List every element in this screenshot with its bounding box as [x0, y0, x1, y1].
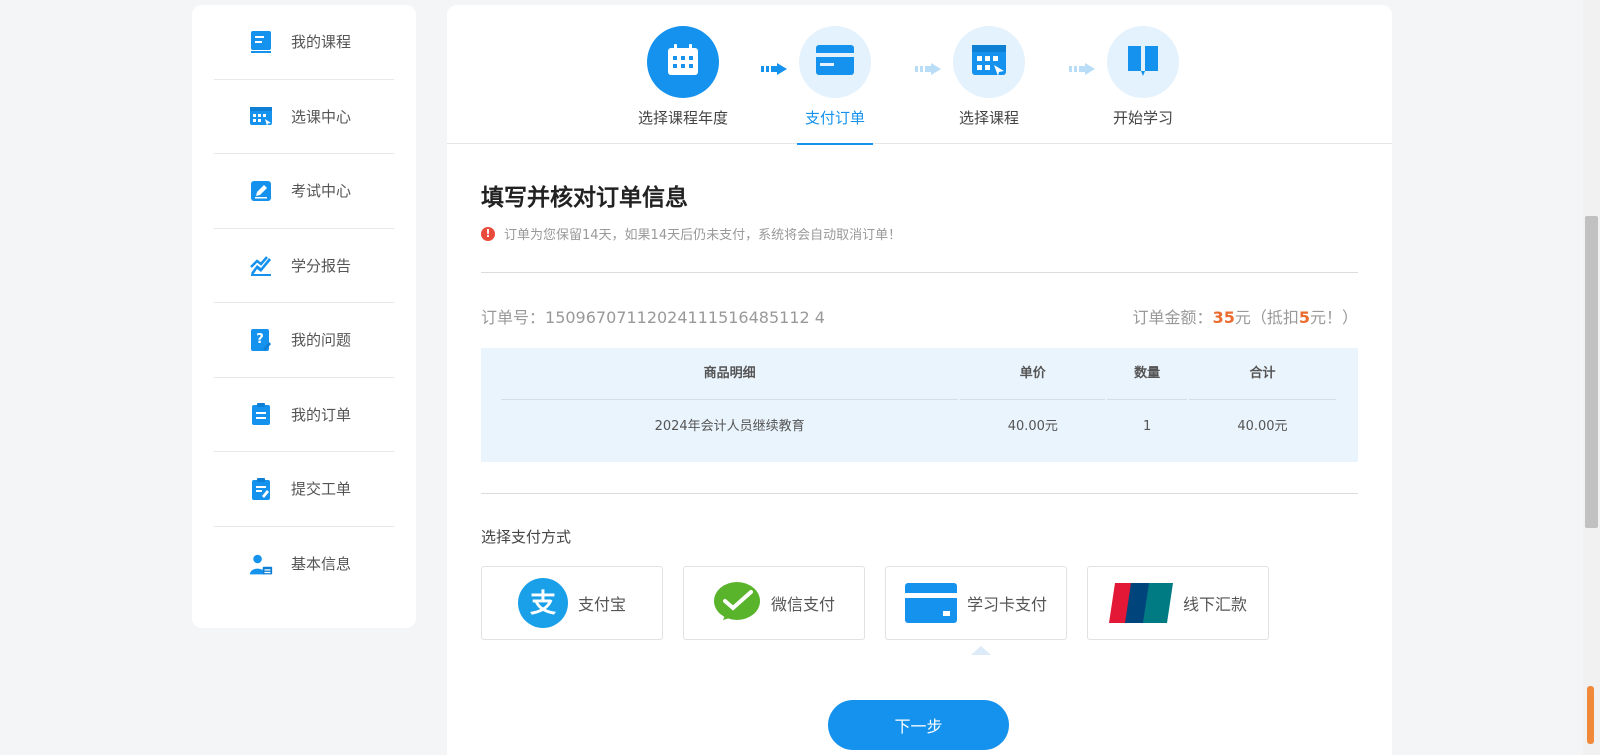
payment-label: 线下汇款: [1182, 595, 1247, 614]
active-step-underline: [797, 143, 873, 145]
scrollbar-marker: [1587, 686, 1594, 744]
order-notice: ! 订单为您保留14天，如果14天后仍未支付，系统将会自动取消订单！: [481, 224, 1358, 243]
user-icon: [249, 552, 273, 576]
order-panel: 选择课程年度 支付订单 选择课程 开始学习 填写并核对订单信息 ! 订单为您保留…: [447, 5, 1392, 755]
payment-methods: 支 支付宝 微信支付 学习卡支付 线下汇款: [481, 566, 1358, 655]
open-book-icon: [1126, 43, 1160, 81]
payment-label: 支付宝: [577, 595, 626, 614]
order-content: 填写并核对订单信息 ! 订单为您保留14天，如果14天后仍未支付，系统将会自动取…: [447, 178, 1392, 655]
step-select-course[interactable]: 选择课程: [919, 26, 1059, 128]
unionpay-icon: [1108, 583, 1173, 623]
payment-unionpay-button[interactable]: 线下汇款: [1087, 566, 1269, 640]
calendar-icon: [666, 43, 700, 81]
card-icon: [816, 45, 854, 79]
sidebar-item-label: 我的课程: [291, 33, 352, 52]
sidebar-item-my-questions[interactable]: ? 我的问题: [214, 303, 394, 378]
ticket-icon: [249, 477, 273, 501]
sidebar-item-exam-center[interactable]: 考试中心: [214, 154, 394, 229]
sidebar-item-label: 提交工单: [291, 480, 352, 499]
step-select-year[interactable]: 选择课程年度: [613, 26, 753, 128]
step-progress: 选择课程年度 支付订单 选择课程 开始学习: [447, 5, 1392, 145]
step-start-learning[interactable]: 开始学习: [1073, 26, 1213, 128]
payment-alipay-button[interactable]: 支 支付宝: [481, 566, 663, 640]
sidebar-item-label: 基本信息: [291, 555, 352, 574]
sidebar: 我的课程 选课中心 考试中心 学分报告 ? 我的问题 我的订单 提交工单 基本信…: [192, 5, 416, 628]
sidebar-item-label: 我的问题: [291, 331, 352, 350]
step-label: 选择课程: [958, 109, 1019, 127]
svg-text:支: 支: [530, 589, 556, 619]
chart-line-icon: [249, 253, 273, 277]
step-circle: [953, 26, 1025, 98]
payment-label: 微信支付: [770, 595, 835, 614]
table-cell: 1: [1142, 419, 1152, 434]
order-amount-label: 订单金额：: [1132, 308, 1213, 327]
page-title: 填写并核对订单信息: [481, 185, 688, 211]
step-label: 支付订单: [804, 109, 865, 127]
notice-text: 订单为您保留14天，如果14天后仍未支付，系统将会自动取消订单！: [504, 228, 902, 243]
sidebar-item-label: 学分报告: [291, 256, 352, 275]
payment-wechat-button[interactable]: 微信支付: [683, 566, 865, 640]
discount-value: 5: [1298, 308, 1310, 327]
alipay-icon: 支: [517, 578, 568, 628]
sidebar-item-label: 选课中心: [291, 107, 352, 126]
payment-label: 学习卡支付: [966, 595, 1047, 614]
column-header: 合计: [1188, 348, 1336, 400]
order-number: 订单号：15096707112024111516485112 4: [481, 304, 825, 328]
order-amount-unit: 元（抵扣: [1234, 308, 1299, 327]
question-doc-icon: ?: [249, 328, 273, 352]
column-header: 商品明细: [501, 348, 959, 400]
order-number-value: 15096707112024111516485112 4: [545, 308, 825, 327]
sidebar-item-label: 考试中心: [291, 182, 352, 201]
next-step-button[interactable]: 下一步: [828, 700, 1009, 750]
table-cell: 2024年会计人员继续教育: [654, 419, 805, 434]
sidebar-item-my-courses[interactable]: 我的课程: [214, 5, 394, 80]
column-header: 数量: [1107, 348, 1187, 400]
sidebar-item-credit-report[interactable]: 学分报告: [214, 229, 394, 303]
order-number-label: 订单号：: [481, 308, 546, 327]
step-label: 开始学习: [1112, 109, 1173, 127]
divider: [481, 272, 1358, 273]
clipboard-icon: [249, 402, 273, 426]
step-circle: [1107, 26, 1179, 98]
column-header: 单价: [960, 348, 1106, 400]
grid-select-icon: [971, 44, 1007, 80]
warning-icon: !: [481, 226, 495, 241]
order-amount: 订单金额：35元（抵扣5元！）: [1133, 304, 1358, 328]
sidebar-item-label: 我的订单: [291, 405, 352, 424]
sidebar-item-my-orders[interactable]: 我的订单: [214, 378, 394, 452]
step-label: 选择课程年度: [637, 109, 728, 127]
goods-table: 商品明细 单价 数量 合计 2024年会计人员继续教育 40.00元 1 40.…: [481, 348, 1358, 462]
divider: [481, 493, 1358, 494]
payment-title: 选择支付方式: [481, 528, 572, 546]
table-cell: 40.00元: [1007, 419, 1058, 434]
payment-study-card-button[interactable]: 学习卡支付: [885, 566, 1067, 640]
pen-edit-icon: [249, 179, 273, 203]
order-amount-value: 35: [1212, 308, 1235, 327]
scrollbar-thumb[interactable]: [1585, 216, 1598, 528]
wechat-pay-icon: [713, 581, 761, 625]
step-circle: [647, 26, 719, 98]
discount-unit: 元！）: [1309, 308, 1358, 327]
page-scrollbar[interactable]: [1583, 0, 1600, 755]
table-row: 2024年会计人员继续教育 40.00元 1 40.00元: [501, 400, 1338, 454]
step-circle: [799, 26, 871, 98]
sidebar-item-submit-ticket[interactable]: 提交工单: [214, 452, 394, 527]
table-cell: 40.00元: [1237, 419, 1288, 434]
selected-method-caret: [971, 646, 991, 655]
grid-select-icon: [249, 104, 273, 128]
sidebar-item-basic-info[interactable]: 基本信息: [214, 527, 394, 602]
book-icon: [249, 30, 273, 54]
table-header: 商品明细 单价 数量 合计: [501, 348, 1338, 400]
order-summary: 订单号：15096707112024111516485112 4 订单金额：35…: [481, 304, 1358, 328]
study-card-icon: [904, 583, 957, 623]
step-pay-order[interactable]: 支付订单: [765, 26, 905, 145]
sidebar-item-course-center[interactable]: 选课中心: [214, 80, 394, 154]
svg-text:?: ?: [256, 332, 264, 347]
